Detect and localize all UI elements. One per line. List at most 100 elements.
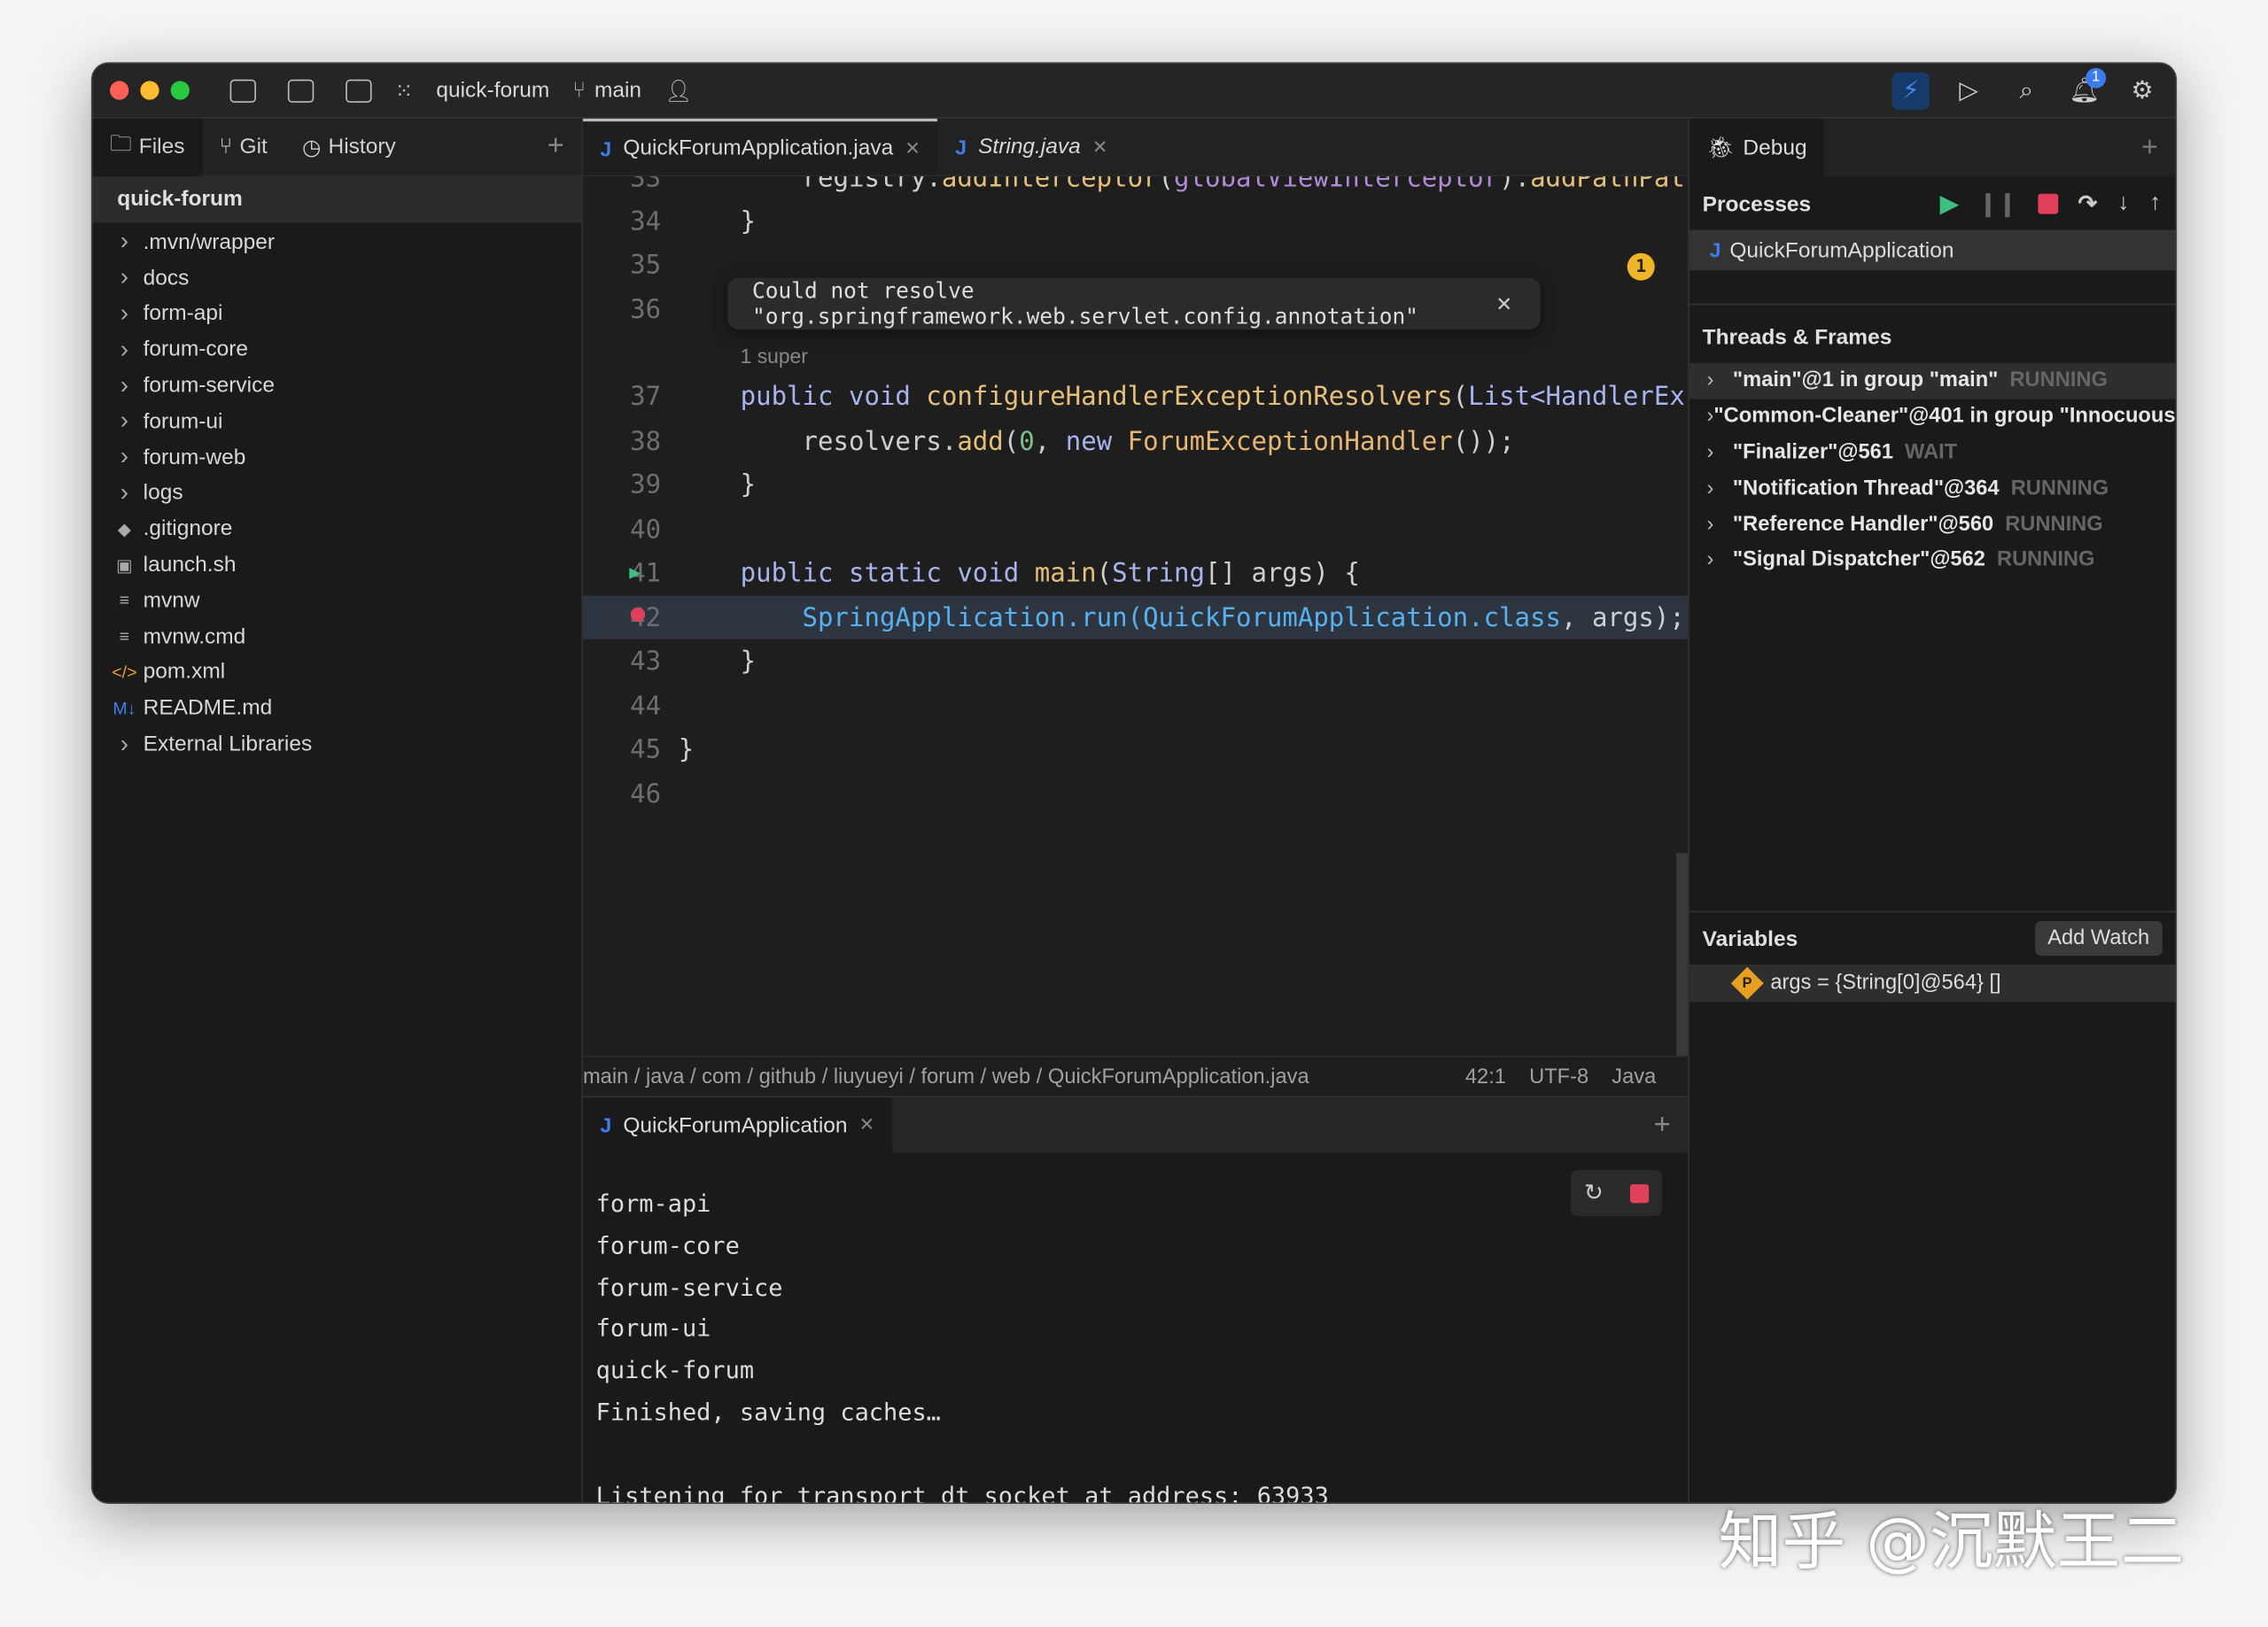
step-out-icon[interactable]: ↑ [2149, 191, 2161, 217]
tab-files[interactable]: 🗀︎ Files [92, 118, 203, 176]
line-number[interactable]: 35 [583, 250, 661, 280]
line-number[interactable]: 38 [583, 426, 661, 456]
code-line[interactable]: 40 [583, 507, 1688, 551]
close-window-button[interactable] [110, 81, 129, 100]
rerun-icon[interactable]: ↻ [1584, 1179, 1604, 1208]
line-number[interactable]: 45 [583, 734, 661, 764]
tree-item[interactable]: › External Libraries [92, 726, 581, 762]
search-icon[interactable]: ⌕ [2008, 73, 2045, 110]
breakpoint-icon[interactable] [630, 607, 646, 623]
add-user-icon[interactable]: 👤︎ [664, 77, 692, 104]
chevron-right-icon[interactable]: › [1707, 369, 1733, 392]
line-number[interactable]: 34 [583, 206, 661, 236]
tab-quickforumapplication[interactable]: J QuickForumApplication.java ✕ [582, 118, 938, 175]
line-number[interactable]: 33 [583, 176, 661, 193]
thread-item[interactable]: › "Common-Cleaner"@401 in group "Innocuou… [1689, 399, 2176, 434]
toggle-left-panel-icon[interactable] [229, 78, 256, 103]
thread-item[interactable]: › "Signal Dispatcher"@562 RUNNING [1689, 542, 2176, 577]
add-icon[interactable]: + [548, 130, 564, 164]
thread-item[interactable]: › "Finalizer"@561 WAIT [1689, 435, 2176, 470]
toggle-right-panel-icon[interactable] [346, 78, 372, 103]
variable-item[interactable]: Pargs = {String[0]@564} [] [1689, 964, 2176, 1003]
tree-item[interactable]: › .mvn/wrapper [92, 224, 581, 260]
line-number[interactable]: 36 [583, 294, 661, 324]
language[interactable]: Java [1612, 1065, 1656, 1088]
tree-item[interactable]: › forum-web [92, 439, 581, 475]
chevron-right-icon[interactable]: › [1707, 405, 1714, 428]
close-icon[interactable]: ✕ [1496, 290, 1511, 319]
tree-item[interactable]: M↓ README.md [92, 690, 581, 725]
lightning-icon[interactable]: ⚡︎ [1891, 72, 1930, 111]
code-line[interactable]: 1 super [583, 333, 1688, 376]
tab-debug[interactable]: 🐞︎ Debug [1689, 118, 1825, 177]
chevron-right-icon[interactable]: › [1707, 441, 1733, 464]
code-line[interactable]: 37 public void configureHandlerException… [583, 375, 1688, 418]
line-number[interactable]: 37 [583, 381, 661, 411]
tree-item[interactable]: ▣ launch.sh [92, 546, 581, 582]
bell-icon[interactable]: 🔔︎ 1 [2065, 67, 2107, 110]
close-icon[interactable]: ✕ [1092, 136, 1108, 159]
code-area[interactable]: 46 45} 44 43 } 42 SpringApplication.run(Quic… [582, 176, 1689, 1096]
tree-item[interactable]: › form-api [92, 296, 581, 331]
tab-git[interactable]: ⑂ Git [202, 118, 284, 175]
project-root[interactable]: quick-forum [92, 176, 582, 223]
tree-item[interactable]: </> pom.xml [92, 655, 581, 690]
code-line[interactable]: 39 } [583, 462, 1688, 506]
code-line[interactable]: 42 SpringApplication.run(QuickForumAppli… [582, 595, 1689, 639]
toggle-bottom-panel-icon[interactable] [287, 78, 315, 103]
warning-badge[interactable]: 1 [1627, 252, 1655, 281]
maximize-window-button[interactable] [170, 81, 190, 100]
line-number[interactable]: 40 [583, 514, 661, 544]
tree-item[interactable]: › forum-core [92, 332, 581, 368]
tree-item[interactable]: ≡ mvnw.cmd [92, 618, 581, 654]
tab-run-console[interactable]: J QuickForumApplication ✕ [582, 1097, 892, 1153]
tab-string[interactable]: J String.java ✕ [938, 119, 1126, 175]
branch-name[interactable]: main [594, 78, 641, 103]
project-name[interactable]: quick-forum [436, 78, 549, 103]
line-number[interactable]: 46 [583, 779, 661, 809]
line-number[interactable]: 39 [583, 469, 661, 500]
tree-item[interactable]: › forum-service [92, 368, 581, 403]
add-icon[interactable]: + [2141, 119, 2158, 176]
tree-item[interactable]: › logs [92, 475, 581, 510]
chevron-right-icon[interactable]: › [1707, 513, 1733, 536]
chevron-right-icon[interactable]: › [1707, 548, 1733, 571]
line-number[interactable]: 42 [583, 602, 661, 632]
step-over-icon[interactable]: ↷ [2078, 190, 2097, 219]
apps-grid-icon[interactable]: ⁙ [395, 77, 414, 104]
breadcrumb[interactable]: main / java / com / github / liuyueyi / … [583, 1065, 1410, 1088]
code-line[interactable]: 38 resolvers.add(0, new ForumExceptionHa… [583, 419, 1688, 462]
gear-icon[interactable]: ⚙︎ [2124, 73, 2161, 110]
line-number[interactable]: 44 [583, 691, 661, 721]
resume-icon[interactable]: ▶︎ [1940, 190, 1958, 219]
code-line[interactable]: 44 [583, 684, 1688, 727]
code-line[interactable]: 43 } [583, 639, 1688, 683]
code-line[interactable]: 41 public static void main(String[] args… [583, 551, 1688, 594]
pause-icon[interactable]: ❙❙ [1978, 190, 2017, 219]
step-into-icon[interactable]: ↓ [2117, 191, 2129, 217]
tree-item[interactable]: › forum-ui [92, 403, 581, 438]
code-line[interactable]: 34 } [583, 199, 1688, 243]
encoding[interactable]: UTF-8 [1529, 1065, 1588, 1088]
close-icon[interactable]: ✕ [859, 1113, 875, 1136]
close-icon[interactable]: ✕ [905, 136, 920, 159]
add-icon[interactable]: + [1654, 1097, 1671, 1152]
add-watch-button[interactable]: Add Watch [2034, 920, 2163, 957]
line-number[interactable]: 43 [583, 646, 661, 676]
code-line[interactable]: 46 [583, 772, 1688, 816]
thread-item[interactable]: › "Reference Handler"@560 RUNNING [1689, 507, 2176, 542]
stop-icon[interactable] [2037, 193, 2058, 214]
tree-item[interactable]: ◆ .gitignore [92, 511, 581, 546]
tree-item[interactable]: ≡ mvnw [92, 583, 581, 618]
minimize-window-button[interactable] [140, 81, 159, 100]
tree-item[interactable]: › docs [92, 260, 581, 296]
run-gutter-icon[interactable]: ▶ [629, 562, 641, 583]
tab-history[interactable]: ◷ History [284, 118, 413, 175]
run-icon[interactable]: ▷ [1950, 73, 1987, 110]
code-line[interactable]: 45} [583, 727, 1688, 771]
process-item[interactable]: J QuickForumApplication [1689, 229, 2176, 271]
cursor-position[interactable]: 42:1 [1465, 1065, 1506, 1088]
thread-item[interactable]: › "Notification Thread"@364 RUNNING [1689, 470, 2176, 506]
thread-item[interactable]: › "main"@1 in group "main" RUNNING [1689, 362, 2176, 399]
line-number[interactable]: 41 [583, 557, 661, 587]
